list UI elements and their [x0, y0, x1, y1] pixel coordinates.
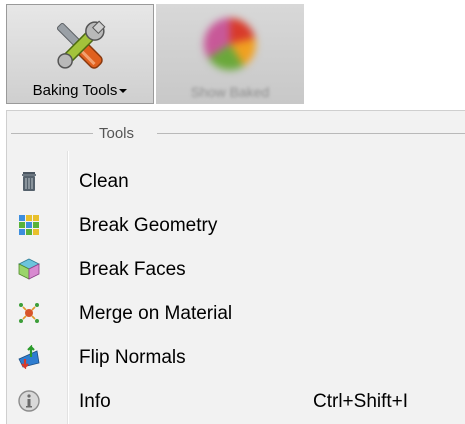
header-divider-left	[11, 133, 93, 134]
show-baked-button[interactable]: Show Baked	[156, 4, 304, 104]
menu-item-flip-normals[interactable]: Flip Normals	[7, 335, 465, 379]
menu-section-header: Tools	[9, 119, 465, 149]
menu-item-merge-on-material[interactable]: Merge on Material	[7, 291, 465, 335]
menu-section-title: Tools	[99, 125, 135, 142]
menu-item-label: Clean	[79, 171, 129, 192]
menu-item-label: Break Geometry	[79, 215, 218, 236]
dropdown-arrow-icon	[119, 89, 128, 94]
flip-normals-icon	[18, 345, 40, 369]
merge-material-icon	[19, 303, 39, 323]
menu-item-break-geometry[interactable]: Break Geometry	[7, 203, 465, 247]
trash-icon	[22, 172, 36, 191]
menu-item-label: Merge on Material	[79, 303, 233, 324]
menu-item-info[interactable]: Info Ctrl+Shift+I	[7, 379, 465, 423]
info-icon	[18, 390, 40, 412]
menu-item-break-faces[interactable]: Break Faces	[7, 247, 465, 291]
menu-item-label: Break Faces	[79, 259, 186, 280]
header-divider-right	[157, 133, 465, 134]
baking-tools-menu: Tools Clean Break Geometry Break Faces M…	[6, 110, 465, 424]
break-faces-icon	[18, 258, 40, 280]
menu-item-shortcut: Ctrl+Shift+I	[313, 391, 409, 412]
menu-item-clean[interactable]: Clean	[7, 159, 465, 203]
show-baked-label: Show Baked	[190, 84, 270, 100]
baking-tools-label: Baking Tools	[32, 82, 118, 99]
break-geometry-icon	[19, 215, 39, 235]
menu-item-label: Flip Normals	[79, 347, 186, 368]
ribbon-toolbar: Baking Tools Show Baked	[0, 0, 305, 109]
menu-item-label: Info	[79, 391, 111, 412]
wrench-screwdriver-icon	[56, 20, 106, 69]
baking-tools-button[interactable]: Baking Tools	[6, 4, 154, 104]
show-baked-icon	[203, 17, 256, 71]
